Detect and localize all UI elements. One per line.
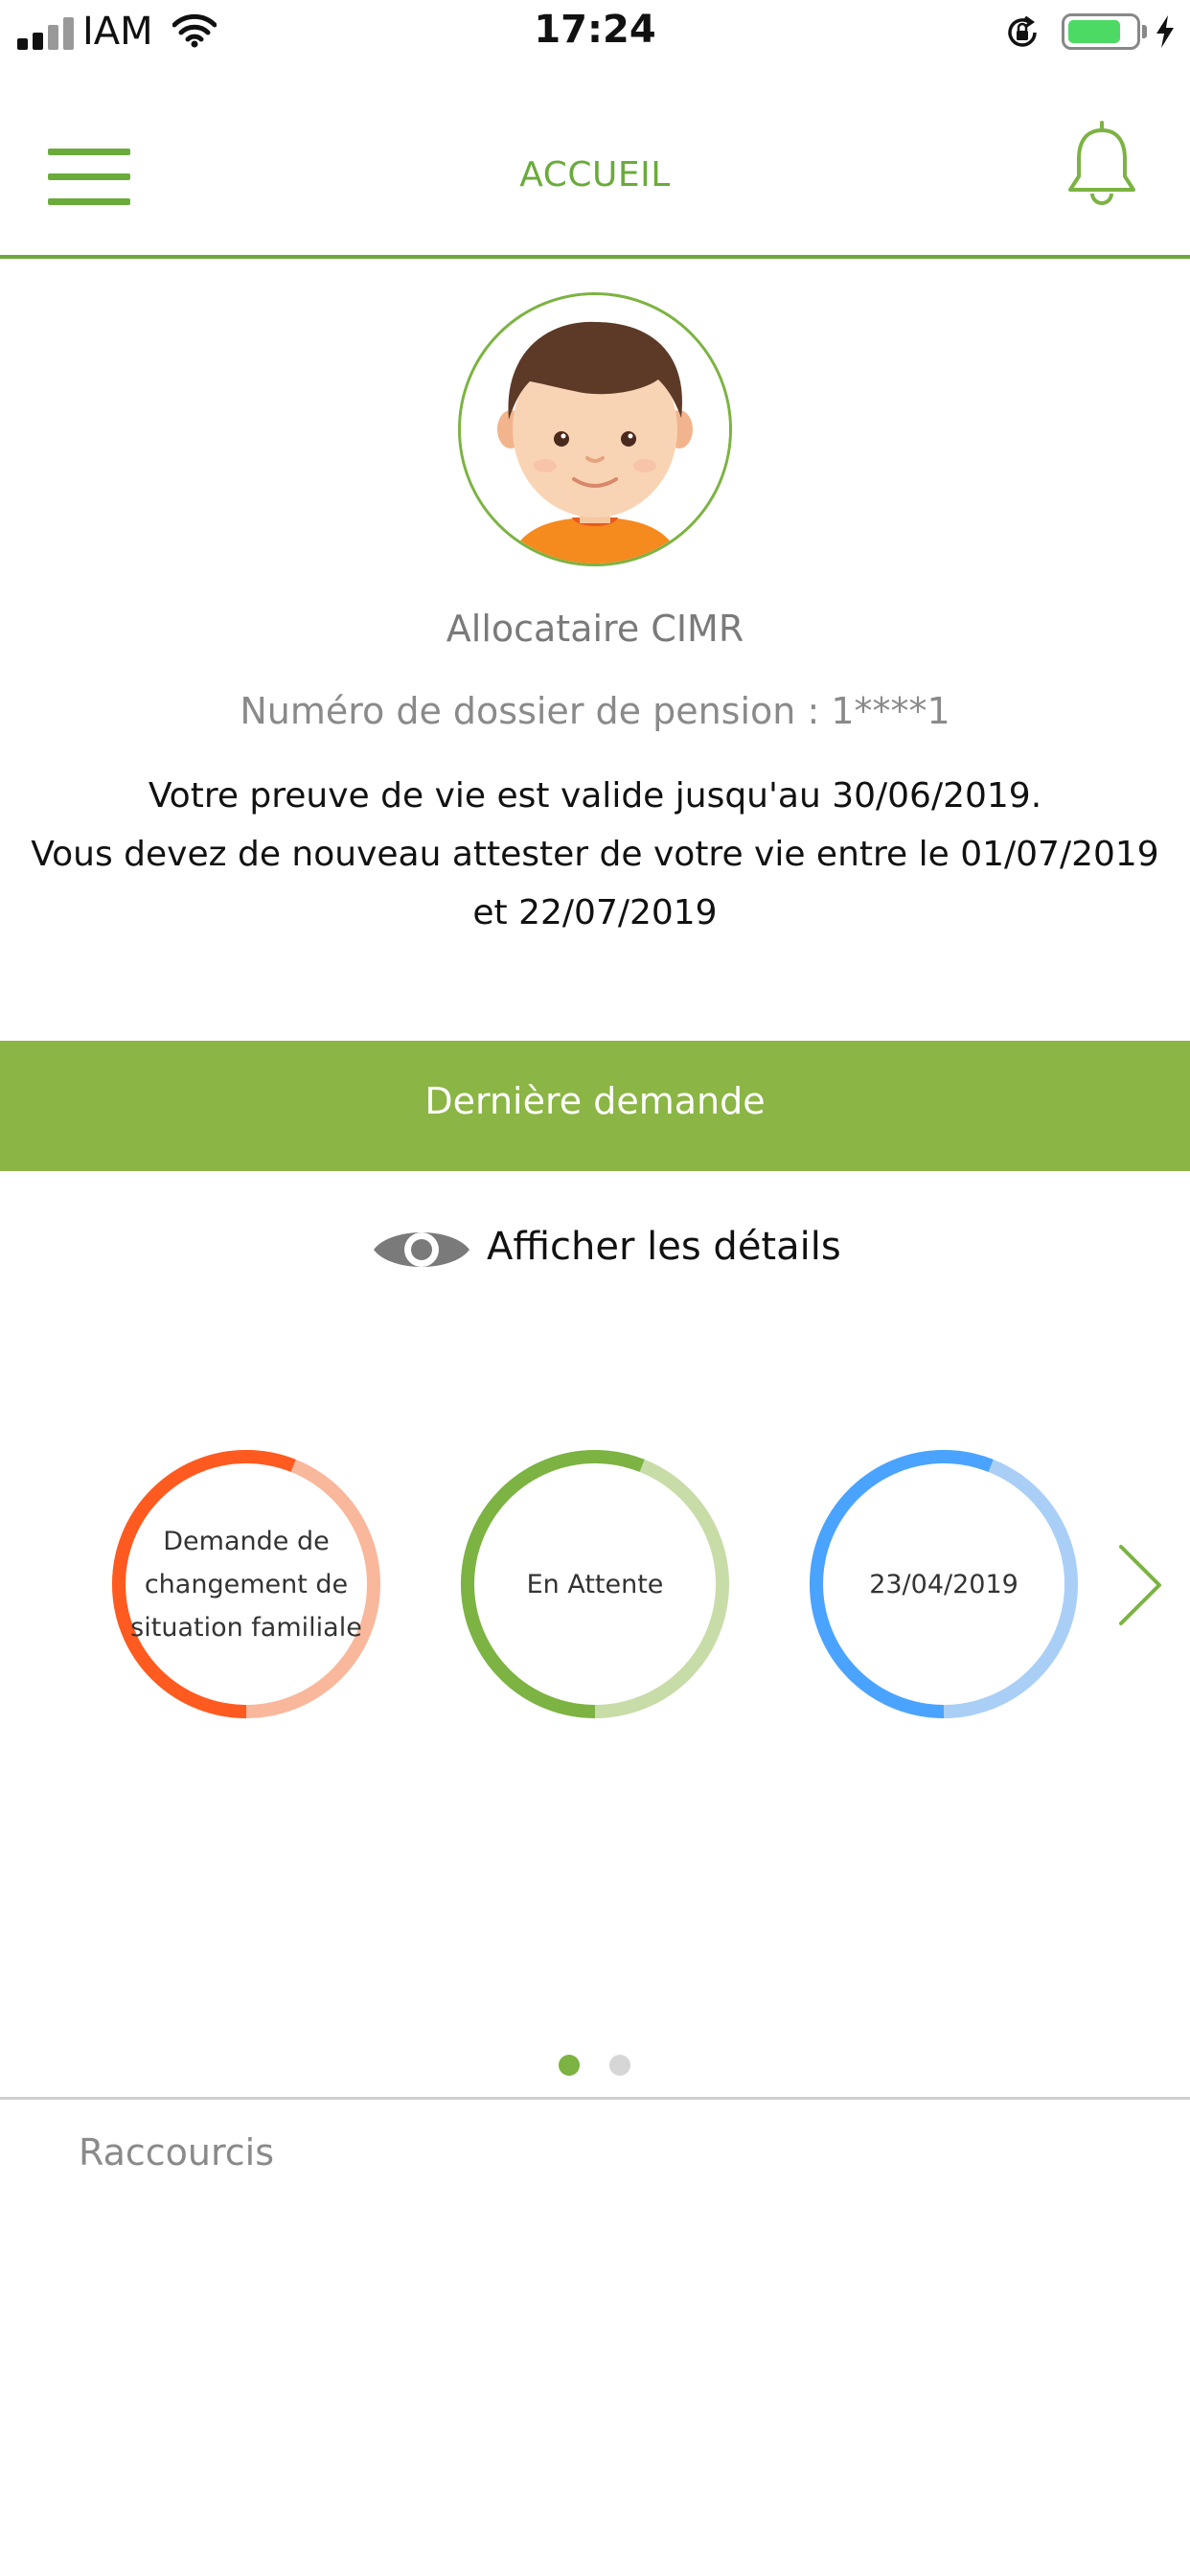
pagination-dot[interactable] <box>609 2055 630 2076</box>
request-type-card: Demande de changement de situation famil… <box>107 1445 385 1723</box>
show-details-label: Afficher les détails <box>487 1225 841 1269</box>
validity-line: et 22/07/2019 <box>472 893 718 932</box>
request-status-card: En Attente <box>456 1445 734 1723</box>
validity-line: Vous devez de nouveau attester de votre … <box>31 835 1159 874</box>
request-status-label: En Attente <box>475 1445 715 1723</box>
user-avatar <box>458 292 732 566</box>
validity-line: Votre preuve de vie est valide jusqu'au … <box>148 776 1042 816</box>
proof-of-life-message: Votre preuve de vie est valide jusqu'au … <box>0 767 1190 942</box>
label-line: situation familiale <box>130 1612 362 1643</box>
request-date-card: 23/04/2019 <box>805 1445 1083 1723</box>
pension-file-number: Numéro de dossier de pension : 1****1 <box>240 690 950 732</box>
header-divider <box>0 255 1190 259</box>
pagination-dot-active[interactable] <box>559 2055 580 2076</box>
label-line: En Attente <box>526 1569 664 1599</box>
battery-level <box>1068 20 1120 43</box>
section-divider <box>0 2097 1190 2100</box>
last-request-title: Dernière demande <box>424 1080 766 1122</box>
request-type-label: Demande de changement de situation famil… <box>126 1445 366 1723</box>
label-line: Demande de <box>163 1526 330 1556</box>
label-line: changement de <box>144 1569 349 1599</box>
rotation-lock-icon <box>1008 15 1037 47</box>
status-bar: IAM 17:24 <box>0 0 1190 67</box>
charging-bolt-icon <box>1156 15 1174 48</box>
bell-icon[interactable] <box>1065 119 1138 207</box>
battery-icon <box>1062 13 1140 50</box>
label-line: 23/04/2019 <box>869 1569 1018 1599</box>
user-type-label: Allocataire CIMR <box>446 608 744 650</box>
chevron-right-icon[interactable] <box>1115 1541 1165 1629</box>
page-title: ACCUEIL <box>519 155 671 195</box>
avatar-illustration <box>461 295 729 564</box>
battery-tip <box>1142 25 1147 38</box>
shortcuts-title: Raccourcis <box>79 2131 275 2174</box>
eye-icon <box>374 1232 469 1267</box>
request-date-label: 23/04/2019 <box>824 1445 1064 1723</box>
